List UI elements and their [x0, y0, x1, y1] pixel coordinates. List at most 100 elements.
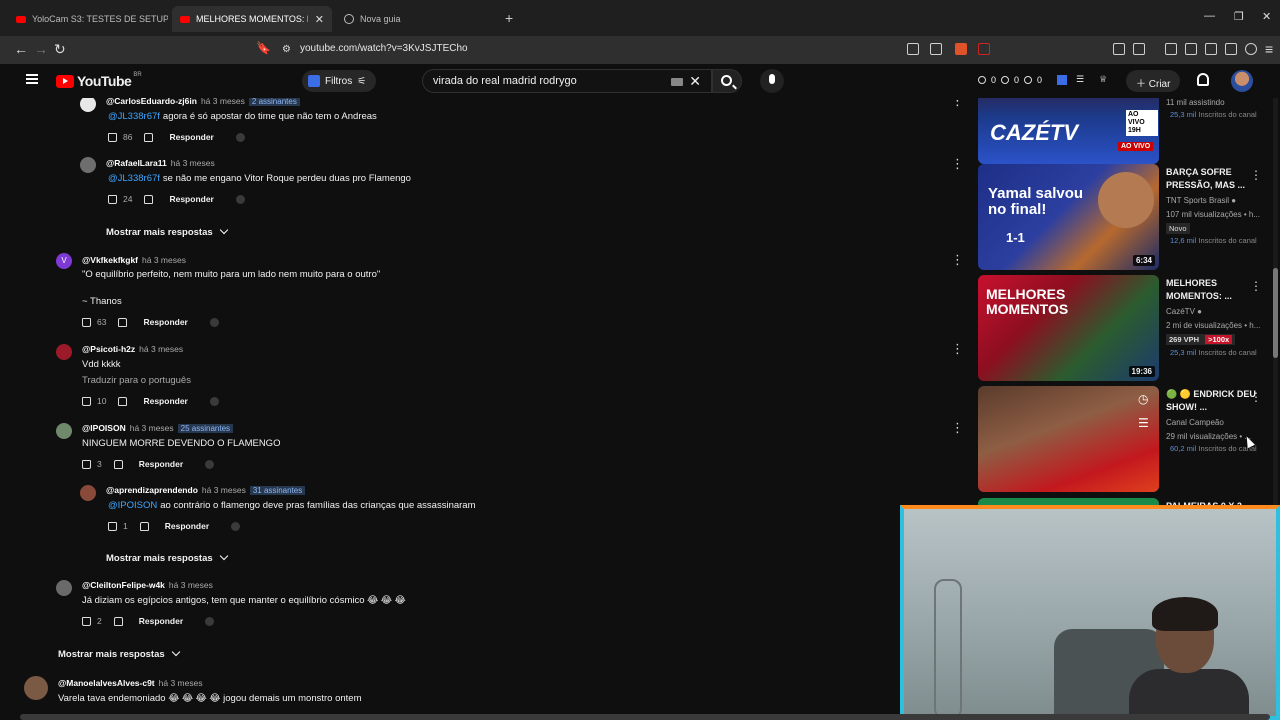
rewards-icon[interactable] — [978, 43, 990, 55]
reply-button[interactable]: Responder — [143, 317, 187, 327]
video-menu-icon[interactable]: ⋮ — [1250, 390, 1262, 404]
minimize-icon[interactable]: — — [1204, 10, 1215, 22]
comment-author[interactable]: @Psicoti-h2z — [82, 344, 135, 354]
show-more-replies-button[interactable]: Mostrar mais respostas — [106, 551, 228, 564]
video-title[interactable]: 🟢 🟡 ENDRICK DEU SHOW! ... — [1166, 388, 1256, 414]
recommended-video[interactable]: Yamal salvou no final! 1-1 6:34 BARÇA SO… — [978, 164, 1278, 272]
show-more-replies-button[interactable]: Mostrar mais respostas — [106, 225, 228, 238]
watch-later-icon[interactable]: ◷ — [1138, 392, 1148, 406]
like-icon[interactable] — [108, 132, 117, 142]
recommended-video[interactable]: ◷ ☰ 🟢 🟡 ENDRICK DEU SHOW! ... Canal Camp… — [978, 386, 1278, 494]
video-thumbnail[interactable]: MELHORES MOMENTOS 19:36 — [978, 275, 1159, 381]
close-window-icon[interactable]: ✕ — [1262, 10, 1271, 23]
reply-button[interactable]: Responder — [169, 194, 213, 204]
page-scrollbar[interactable] — [1273, 98, 1278, 508]
avatar[interactable] — [80, 98, 96, 112]
video-thumbnail[interactable]: ◷ ☰ — [978, 386, 1159, 492]
dislike-icon[interactable] — [118, 317, 128, 327]
cast-icon[interactable] — [907, 43, 919, 55]
reply-button[interactable]: Responder — [169, 132, 213, 142]
url-field[interactable]: youtube.com/watch?v=3KvJSJTECho — [300, 43, 468, 54]
like-icon[interactable] — [108, 194, 117, 204]
comment-author[interactable]: @IPOISON — [82, 423, 126, 433]
filters-button[interactable]: Filtros ⚟ — [302, 70, 377, 92]
bookmark-icon[interactable]: 🔖 — [256, 41, 271, 55]
vpn-icon[interactable] — [1245, 43, 1257, 55]
comment-menu-icon[interactable] — [951, 98, 964, 109]
create-button[interactable]: ＋ Criar — [1126, 70, 1181, 92]
mention-link[interactable]: @JL338r67f — [108, 111, 160, 122]
avatar[interactable] — [56, 580, 72, 596]
music-icon[interactable] — [1165, 43, 1177, 55]
sidebar-icon[interactable] — [1185, 43, 1197, 55]
comment-author[interactable]: @aprendizaprendendo — [106, 485, 198, 495]
horizontal-scrollbar[interactable] — [20, 714, 1270, 720]
video-title[interactable]: MELHORES MOMENTOS: ... — [1166, 277, 1256, 303]
avatar[interactable]: V — [56, 253, 72, 269]
video-thumbnail[interactable]: Yamal salvou no final! 1-1 6:34 — [978, 164, 1159, 270]
comment-author[interactable]: @CarlosEduardo-zj6in — [106, 98, 197, 106]
comment-author[interactable]: @RafaelLara11 — [106, 158, 167, 168]
search-button[interactable] — [712, 69, 742, 93]
maximize-icon[interactable]: ❐ — [1234, 10, 1244, 23]
video-title[interactable]: BARÇA SOFRE PRESSÃO, MAS ... — [1166, 166, 1256, 192]
menu-icon[interactable]: ≡ — [1265, 41, 1273, 57]
reload-icon[interactable]: ↻ — [54, 41, 66, 58]
comment-menu-icon[interactable] — [951, 341, 964, 357]
trophy-icon[interactable]: ♕ — [1099, 74, 1107, 85]
close-tab-icon[interactable]: ✕ — [309, 13, 324, 26]
like-icon[interactable] — [82, 459, 91, 469]
comment-author[interactable]: @ManoelalvesAlves-c9t — [58, 678, 155, 688]
translate-link[interactable]: Traduzir para o português — [82, 375, 191, 386]
forward-icon[interactable]: → — [34, 41, 48, 57]
extensions-icon[interactable] — [1113, 43, 1125, 55]
comment-menu-icon[interactable] — [951, 156, 964, 172]
comment-author[interactable]: @CleiltonFelipe-w4k — [82, 580, 165, 590]
voice-search-icon[interactable] — [760, 69, 784, 93]
avatar[interactable] — [56, 423, 72, 439]
video-menu-icon[interactable]: ⋮ — [1250, 279, 1262, 293]
site-info-icon[interactable]: ⚙ — [282, 44, 291, 55]
channel-name[interactable]: Canal Campeão — [1166, 418, 1224, 427]
search-input[interactable]: virada do real madrid rodrygo ✕ — [422, 69, 712, 93]
wallet-icon[interactable] — [1205, 43, 1217, 55]
reply-button[interactable]: Responder — [143, 396, 187, 406]
like-icon[interactable] — [82, 616, 91, 626]
tab-yolocam[interactable]: YoloCam S3: TESTES DE SETUP (OBS — [8, 6, 168, 32]
avatar[interactable] — [56, 344, 72, 360]
reply-button[interactable]: Responder — [139, 616, 183, 626]
youtube-logo[interactable]: YouTube BR — [56, 72, 142, 89]
comment-menu-icon[interactable] — [951, 252, 964, 268]
dislike-icon[interactable] — [139, 521, 149, 531]
comment-time[interactable]: há 3 meses — [159, 678, 203, 688]
comment-time[interactable]: há 3 meses — [130, 423, 174, 433]
reply-button[interactable]: Responder — [139, 459, 183, 469]
mention-link[interactable]: @JL338r67f — [108, 173, 160, 184]
avatar[interactable] — [80, 157, 96, 173]
recommended-video[interactable]: MELHORES MOMENTOS 19:36 MELHORES MOMENTO… — [978, 275, 1278, 383]
brave-shield-icon[interactable] — [955, 43, 967, 55]
channel-name[interactable]: CazéTV ● — [1166, 307, 1202, 316]
comment-time[interactable]: há 3 meses — [201, 98, 245, 106]
comment-time[interactable]: há 3 meses — [169, 580, 213, 590]
extension-icon[interactable] — [1057, 74, 1068, 85]
dislike-icon[interactable] — [144, 194, 154, 204]
list-icon[interactable]: ☰ — [1076, 74, 1084, 85]
keyboard-icon[interactable] — [671, 78, 683, 86]
avatar[interactable] — [80, 485, 96, 501]
dislike-icon[interactable] — [118, 396, 128, 406]
hamburger-menu-icon[interactable] — [26, 74, 38, 84]
comment-menu-icon[interactable] — [951, 420, 964, 436]
video-menu-icon[interactable]: ⋮ — [1250, 168, 1262, 182]
comment-time[interactable]: há 3 meses — [139, 344, 183, 354]
ai-icon[interactable] — [1225, 43, 1237, 55]
video-thumbnail[interactable]: CAZÉTV AO VIVO 19H AO VIVO — [978, 98, 1159, 164]
new-tab-button[interactable]: + — [505, 10, 513, 26]
back-icon[interactable]: ← — [14, 41, 28, 57]
comment-time[interactable]: há 3 meses — [202, 485, 246, 495]
user-avatar[interactable] — [1231, 70, 1253, 92]
like-icon[interactable] — [108, 521, 117, 531]
dislike-icon[interactable] — [144, 132, 154, 142]
recommended-video[interactable]: CAZÉTV AO VIVO 19H AO VIVO 11 mil assist… — [978, 98, 1278, 166]
like-icon[interactable] — [82, 396, 91, 406]
